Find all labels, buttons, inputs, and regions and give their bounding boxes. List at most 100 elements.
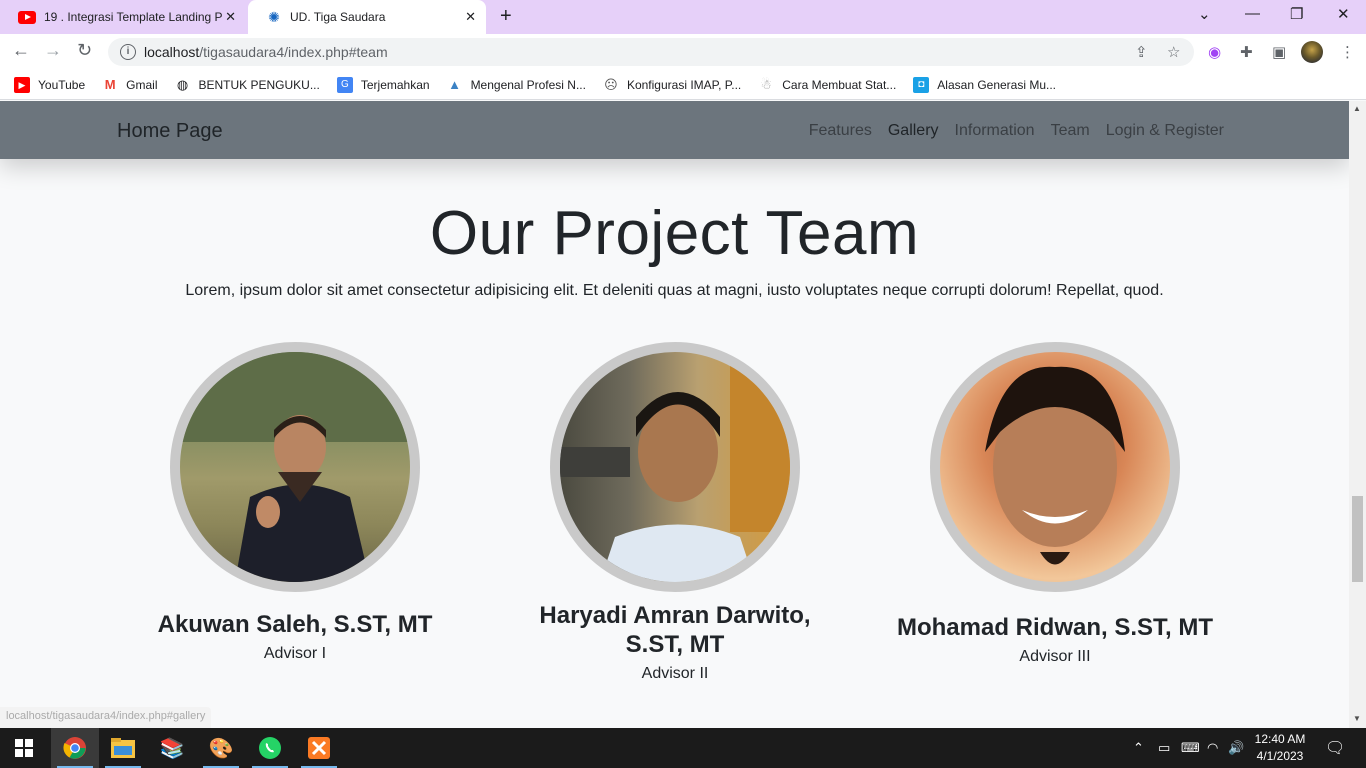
wifi-icon[interactable]: ◠ bbox=[1207, 740, 1218, 756]
tray-overflow-chevron-icon[interactable]: ⌃ bbox=[1133, 740, 1144, 756]
bookmark-label: Mengenal Profesi N... bbox=[470, 77, 586, 92]
member-role: Advisor I bbox=[263, 645, 327, 662]
member-role: Advisor II bbox=[641, 665, 709, 682]
share-icon[interactable]: ⇪ bbox=[1135, 43, 1148, 61]
site-navbar: Home Page Features Gallery Information T… bbox=[0, 101, 1349, 159]
whatsapp-taskbar-icon[interactable] bbox=[246, 728, 294, 768]
site-info-icon[interactable]: i bbox=[120, 44, 136, 60]
scroll-up-arrow-icon[interactable]: ▲ bbox=[1353, 104, 1361, 113]
member-photo bbox=[550, 342, 800, 592]
tab-search-chevron-icon[interactable]: ⌄ bbox=[1198, 5, 1211, 23]
chrome-taskbar-icon[interactable] bbox=[51, 728, 99, 768]
bookmark-label: BENTUK PENGUKU... bbox=[198, 77, 320, 92]
team-member-card: Mohamad Ridwan, S.ST, MT Advisor III bbox=[875, 342, 1235, 666]
nav-link-team[interactable]: Team bbox=[1051, 122, 1090, 140]
new-tab-icon[interactable]: + bbox=[500, 5, 512, 28]
person-portrait-illustration bbox=[985, 366, 1125, 565]
close-tab-icon[interactable]: ✕ bbox=[465, 9, 476, 25]
restore-icon[interactable]: ❐ bbox=[1290, 5, 1303, 23]
media-cast-icon[interactable]: ◉ bbox=[1208, 43, 1221, 61]
nav-link-information[interactable]: Information bbox=[955, 122, 1035, 140]
whatsapp-icon bbox=[259, 737, 281, 759]
nav-link-features[interactable]: Features bbox=[809, 122, 872, 140]
ime-language-icon[interactable]: ⌨ bbox=[1181, 740, 1200, 756]
bookmark-youtube[interactable]: ▶ YouTube bbox=[14, 76, 86, 93]
tab-ud-tiga-saudara[interactable]: ✺ UD. Tiga Saudara ✕ bbox=[248, 0, 486, 34]
bookmark-star-icon[interactable]: ☆ bbox=[1167, 43, 1180, 61]
nav-link-login-register[interactable]: Login & Register bbox=[1106, 122, 1224, 140]
windows-start-icon[interactable] bbox=[0, 728, 48, 768]
bookmark-mengenal-profesi[interactable]: ▲ Mengenal Profesi N... bbox=[447, 77, 586, 93]
bookmark-label: YouTube bbox=[38, 77, 86, 92]
folder-icon bbox=[111, 738, 135, 758]
bookmark-label: Terjemahkan bbox=[360, 77, 430, 92]
bookmark-label: Gmail bbox=[126, 77, 158, 92]
books-app-icon[interactable]: 📚 bbox=[148, 728, 196, 768]
team-member-card: Akuwan Saleh, S.ST, MT Advisor I bbox=[115, 342, 475, 663]
address-bar[interactable]: i localhost/tigasaudara4/index.php#team … bbox=[108, 38, 1194, 66]
url-path: /tigasaudara4/index.php#team bbox=[199, 44, 388, 60]
gmail-icon: M bbox=[104, 76, 116, 92]
reload-icon[interactable]: ↻ bbox=[77, 40, 92, 61]
bookmark-label: Konfigurasi IMAP, P... bbox=[626, 77, 742, 92]
face-icon: ☹ bbox=[604, 76, 618, 92]
scroll-down-arrow-icon[interactable]: ▼ bbox=[1353, 714, 1361, 723]
paint-app-icon[interactable]: 🎨 bbox=[197, 728, 245, 768]
xampp-taskbar-icon[interactable] bbox=[295, 728, 343, 768]
link-status-bubble: localhost/tigasaudara4/index.php#gallery bbox=[0, 707, 212, 728]
minimize-icon[interactable]: — bbox=[1245, 5, 1260, 22]
bookmarks-bar: ▶ YouTube M Gmail ◍ BENTUK PENGUKU... G … bbox=[0, 70, 1366, 100]
bookmark-label: Cara Membuat Stat... bbox=[782, 77, 897, 92]
page-scrollbar[interactable]: ▲ ▼ bbox=[1349, 101, 1366, 728]
nav-link-gallery[interactable]: Gallery bbox=[888, 122, 939, 140]
notification-center-icon[interactable]: 🗨 bbox=[1325, 738, 1345, 758]
tray-device-icon[interactable]: ▭ bbox=[1158, 740, 1170, 756]
member-photo bbox=[170, 342, 420, 592]
team-section-description: Lorem, ipsum dolor sit amet consectetur … bbox=[185, 282, 1164, 299]
back-icon[interactable]: ← bbox=[12, 40, 30, 61]
extensions-puzzle-icon[interactable]: ✚ bbox=[1240, 43, 1253, 61]
member-name: Haryadi Amran Darwito, S.ST, MT bbox=[539, 602, 811, 658]
forward-icon[interactable]: → bbox=[44, 40, 62, 61]
team-member-card: Haryadi Amran Darwito, S.ST, MT Advisor … bbox=[495, 342, 855, 683]
clock-time: 12:40 AM bbox=[1254, 732, 1306, 746]
nav-links: Features Gallery Information Team Login … bbox=[793, 122, 1224, 140]
side-panel-icon[interactable]: ▣ bbox=[1272, 43, 1286, 61]
arrow-logo-icon: ▲ bbox=[448, 76, 461, 92]
chrome-icon bbox=[63, 737, 86, 759]
bookmark-bentuk-penguku[interactable]: ◍ BENTUK PENGUKU... bbox=[175, 77, 320, 93]
member-photo bbox=[930, 342, 1180, 592]
url-host: localhost bbox=[144, 44, 200, 60]
browser-tab-bar: 19 . Integrasi Template Landing P ✕ ✺ UD… bbox=[0, 0, 1366, 34]
scrollbar-thumb[interactable] bbox=[1352, 496, 1363, 582]
page-viewport: Home Page Features Gallery Information T… bbox=[0, 101, 1349, 728]
person-portrait-illustration bbox=[180, 352, 410, 582]
close-window-icon[interactable]: ✕ bbox=[1337, 5, 1350, 23]
browser-toolbar: ← → ↻ i localhost/tigasaudara4/index.php… bbox=[0, 34, 1366, 70]
close-tab-icon[interactable]: ✕ bbox=[225, 9, 236, 25]
tab-youtube-video[interactable]: 19 . Integrasi Template Landing P ✕ bbox=[0, 0, 246, 34]
member-role: Advisor III bbox=[1019, 648, 1091, 665]
translate-icon: G bbox=[336, 76, 353, 93]
figure-icon: ☃ bbox=[760, 76, 773, 92]
xampp-icon bbox=[308, 737, 330, 759]
file-explorer-taskbar-icon[interactable] bbox=[99, 728, 147, 768]
bookmark-label: Alasan Generasi Mu... bbox=[937, 77, 1057, 92]
person-portrait-illustration bbox=[560, 352, 790, 582]
bookmark-gmail[interactable]: M Gmail bbox=[102, 76, 158, 93]
bookmark-konfigurasi-imap[interactable]: ☹ Konfigurasi IMAP, P... bbox=[603, 77, 741, 93]
navbar-brand[interactable]: Home Page bbox=[117, 120, 223, 143]
volume-icon[interactable]: 🔊 bbox=[1228, 740, 1244, 756]
bookmark-alasan-generasi[interactable]: ◘ Alasan Generasi Mu... bbox=[913, 76, 1057, 93]
profile-avatar[interactable] bbox=[1301, 41, 1323, 63]
youtube-icon bbox=[18, 10, 36, 24]
member-name: Akuwan Saleh, S.ST, MT bbox=[157, 611, 433, 638]
menu-kebab-icon[interactable]: ⋮ bbox=[1340, 43, 1355, 61]
windows-logo-icon bbox=[15, 739, 33, 757]
tab-title: 19 . Integrasi Template Landing P bbox=[44, 10, 223, 24]
windows-taskbar: 📚 🎨 ⌃ ▭ ⌨ ◠ 🔊 12:40 AM 4/1/2023 🗨 bbox=[0, 728, 1366, 768]
member-name: Mohamad Ridwan, S.ST, MT bbox=[896, 614, 1214, 641]
bookmark-cara-membuat[interactable]: ☃ Cara Membuat Stat... bbox=[758, 77, 896, 93]
bookmark-terjemahkan[interactable]: G Terjemahkan bbox=[336, 76, 430, 93]
system-clock[interactable]: 12:40 AM 4/1/2023 bbox=[1250, 731, 1310, 765]
